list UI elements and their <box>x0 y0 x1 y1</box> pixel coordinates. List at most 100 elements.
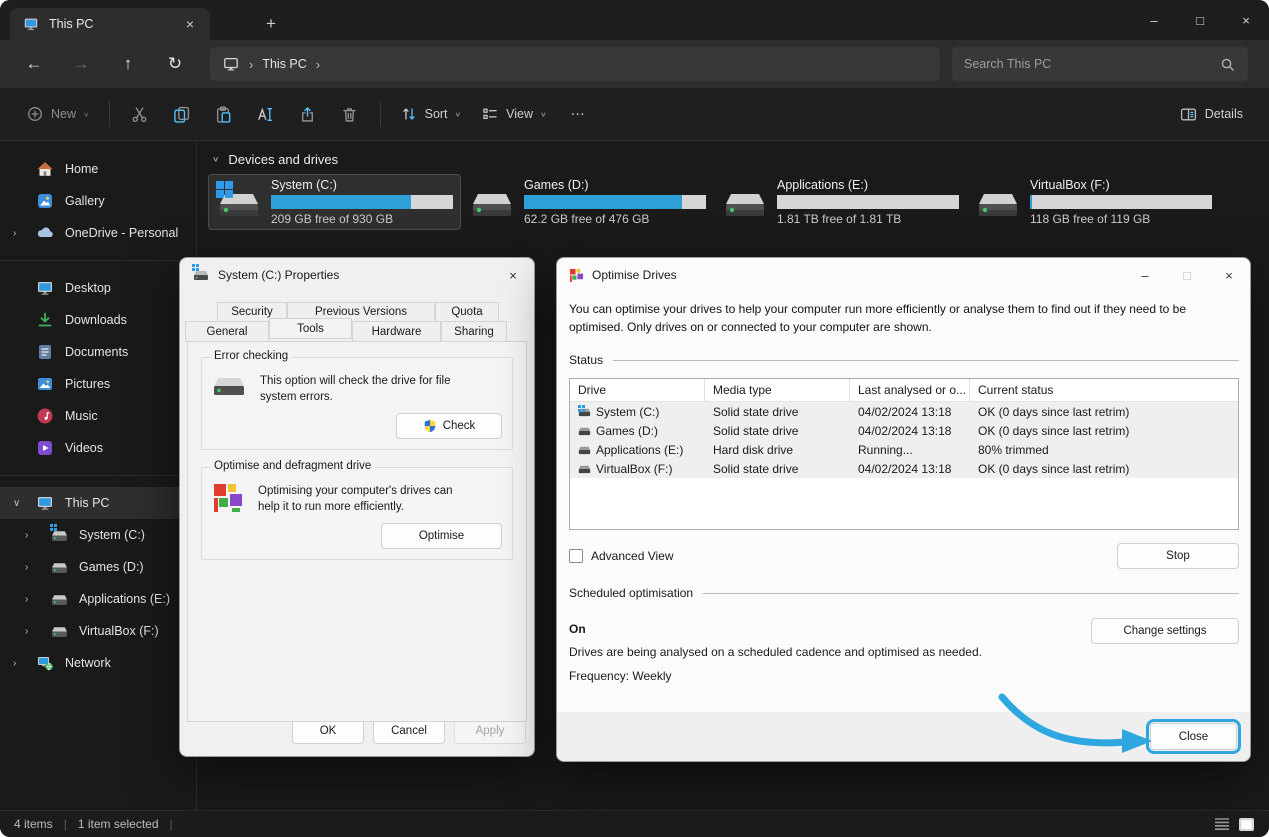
details-view-toggle[interactable] <box>1214 817 1230 831</box>
tab-general[interactable]: General <box>185 321 269 342</box>
close-button[interactable]: × <box>1208 258 1250 292</box>
sidebar-item-system-c[interactable]: › System (C:) <box>0 519 196 551</box>
optimise-button[interactable]: Optimise <box>381 523 502 550</box>
drives-table: Drive Media type Last analysed or o... C… <box>569 378 1239 530</box>
advanced-view-checkbox[interactable] <box>569 549 583 563</box>
tab-hardware[interactable]: Hardware <box>352 321 441 342</box>
close-button[interactable]: × <box>1223 0 1269 40</box>
drive-tile-applications-e[interactable]: Applications (E:) 1.81 TB free of 1.81 T… <box>714 174 967 230</box>
capacity-bar <box>777 195 959 209</box>
command-bar: New ∨ Sort ∨ View ∨ … Details <box>0 88 1269 141</box>
cell-drive: System (C:) <box>596 404 660 419</box>
share-button[interactable] <box>287 96 329 132</box>
minimize-button[interactable]: – <box>1124 258 1166 292</box>
drive-info: Applications (E:) 1.81 TB free of 1.81 T… <box>777 178 959 226</box>
refresh-button[interactable]: ↻ <box>157 47 193 81</box>
this-pc-icon <box>22 15 40 33</box>
rename-button[interactable] <box>245 96 287 132</box>
new-tab-button[interactable]: + <box>256 9 286 39</box>
expander-icon[interactable]: › <box>13 217 16 249</box>
drive-tile-system-c[interactable]: System (C:) 209 GB free of 930 GB <box>208 174 461 230</box>
expander-icon[interactable]: › <box>25 551 28 583</box>
sidebar-item-pictures[interactable]: Pictures <box>0 368 196 400</box>
stop-button[interactable]: Stop <box>1117 543 1239 569</box>
sidebar-item-music[interactable]: Music <box>0 400 196 432</box>
paste-button[interactable] <box>203 96 245 132</box>
table-row[interactable]: VirtualBox (F:) Solid state drive 04/02/… <box>570 459 1238 478</box>
column-header-media-type[interactable]: Media type <box>705 379 850 401</box>
table-row[interactable]: Games (D:) Solid state drive 04/02/2024 … <box>570 421 1238 440</box>
address-bar[interactable]: › This PC › <box>210 47 940 81</box>
capacity-bar-fill <box>1030 195 1032 209</box>
windows-logo-icon <box>578 404 585 412</box>
optimise-body: You can optimise your drives to help you… <box>557 292 1250 683</box>
view-label: View <box>506 107 534 121</box>
close-dialog-button[interactable]: Close <box>1150 723 1237 750</box>
copy-button[interactable] <box>161 96 203 132</box>
drive-tile-virtualbox-f[interactable]: VirtualBox (F:) 118 GB free of 119 GB <box>967 174 1220 230</box>
tab-quota[interactable]: Quota <box>435 302 499 321</box>
search-input[interactable] <box>964 57 1194 71</box>
table-row[interactable]: Applications (E:) Hard disk drive Runnin… <box>570 440 1238 459</box>
expander-icon[interactable]: › <box>13 647 16 679</box>
sort-button[interactable]: Sort ∨ <box>390 96 472 132</box>
stop-label: Stop <box>1166 550 1190 562</box>
tab-close-icon[interactable]: × <box>178 13 202 35</box>
details-pane-icon <box>1180 105 1198 123</box>
sidebar-item-desktop[interactable]: Desktop <box>0 272 196 304</box>
section-devices-and-drives[interactable]: ∨ Devices and drives <box>208 152 1269 167</box>
sidebar-item-documents[interactable]: Documents <box>0 336 196 368</box>
maximize-button[interactable]: □ <box>1166 258 1208 292</box>
large-icons-view-toggle[interactable] <box>1238 817 1255 832</box>
drive-tiles: System (C:) 209 GB free of 930 GB Games … <box>208 174 1269 230</box>
minimize-button[interactable]: – <box>1131 0 1177 40</box>
drive-free-space: 62.2 GB free of 476 GB <box>524 212 650 226</box>
sidebar-item-games-d[interactable]: › Games (D:) <box>0 551 196 583</box>
maximize-button[interactable]: □ <box>1177 0 1223 40</box>
change-settings-button[interactable]: Change settings <box>1091 618 1239 644</box>
delete-button[interactable] <box>329 96 371 132</box>
search-box[interactable] <box>952 47 1248 81</box>
expander-icon[interactable]: › <box>25 519 28 551</box>
sidebar-item-this-pc[interactable]: ∨ This PC <box>0 487 196 519</box>
table-row[interactable]: System (C:) Solid state drive 04/02/2024… <box>570 402 1238 421</box>
cell-drive: Games (D:) <box>596 423 659 438</box>
drive-tile-games-d[interactable]: Games (D:) 62.2 GB free of 476 GB <box>461 174 714 230</box>
sidebar-item-label: Videos <box>65 441 103 455</box>
sidebar-item-virtualbox-f[interactable]: › VirtualBox (F:) <box>0 615 196 647</box>
back-button[interactable]: ← <box>16 47 52 81</box>
column-header-current-status[interactable]: Current status <box>970 379 1238 401</box>
sidebar-item-onedrive[interactable]: › OneDrive - Personal <box>0 217 196 249</box>
sidebar-item-videos[interactable]: Videos <box>0 432 196 464</box>
view-button[interactable]: View ∨ <box>471 96 556 132</box>
close-button[interactable]: × <box>492 258 534 292</box>
cut-button[interactable] <box>119 96 161 132</box>
column-header-drive[interactable]: Drive <box>570 379 705 401</box>
new-button[interactable]: New ∨ <box>16 96 100 132</box>
sidebar-item-gallery[interactable]: Gallery <box>0 185 196 217</box>
section-rule <box>613 359 1239 361</box>
expander-icon[interactable]: ∨ <box>13 487 20 519</box>
items-count: 4 items <box>14 817 53 831</box>
cell-last-analysed: 04/02/2024 13:18 <box>858 404 952 419</box>
sidebar-item-home[interactable]: Home <box>0 153 196 185</box>
more-options-button[interactable]: … <box>557 96 599 132</box>
check-button[interactable]: Check <box>396 413 502 440</box>
forward-button[interactable]: → <box>63 47 99 81</box>
tab-sharing[interactable]: Sharing <box>441 321 507 342</box>
details-pane-button[interactable]: Details <box>1170 96 1253 132</box>
capacity-bar-fill <box>524 195 683 209</box>
expander-icon[interactable]: › <box>25 615 28 647</box>
home-icon <box>36 160 54 178</box>
sidebar-item-network[interactable]: › Network <box>0 647 196 679</box>
tab-this-pc[interactable]: This PC × <box>10 8 210 40</box>
expander-icon[interactable]: › <box>25 583 28 615</box>
dialog-window-controls: – □ × <box>1124 258 1250 292</box>
column-header-last-analysed[interactable]: Last analysed or o... <box>850 379 970 401</box>
drive-free-space: 118 GB free of 119 GB <box>1030 212 1151 226</box>
tab-tools[interactable]: Tools <box>269 318 352 339</box>
breadcrumb-this-pc[interactable]: This PC <box>262 57 306 71</box>
up-button[interactable]: ↑ <box>110 47 146 81</box>
sidebar-item-downloads[interactable]: Downloads <box>0 304 196 336</box>
sidebar-item-applications-e[interactable]: › Applications (E:) <box>0 583 196 615</box>
